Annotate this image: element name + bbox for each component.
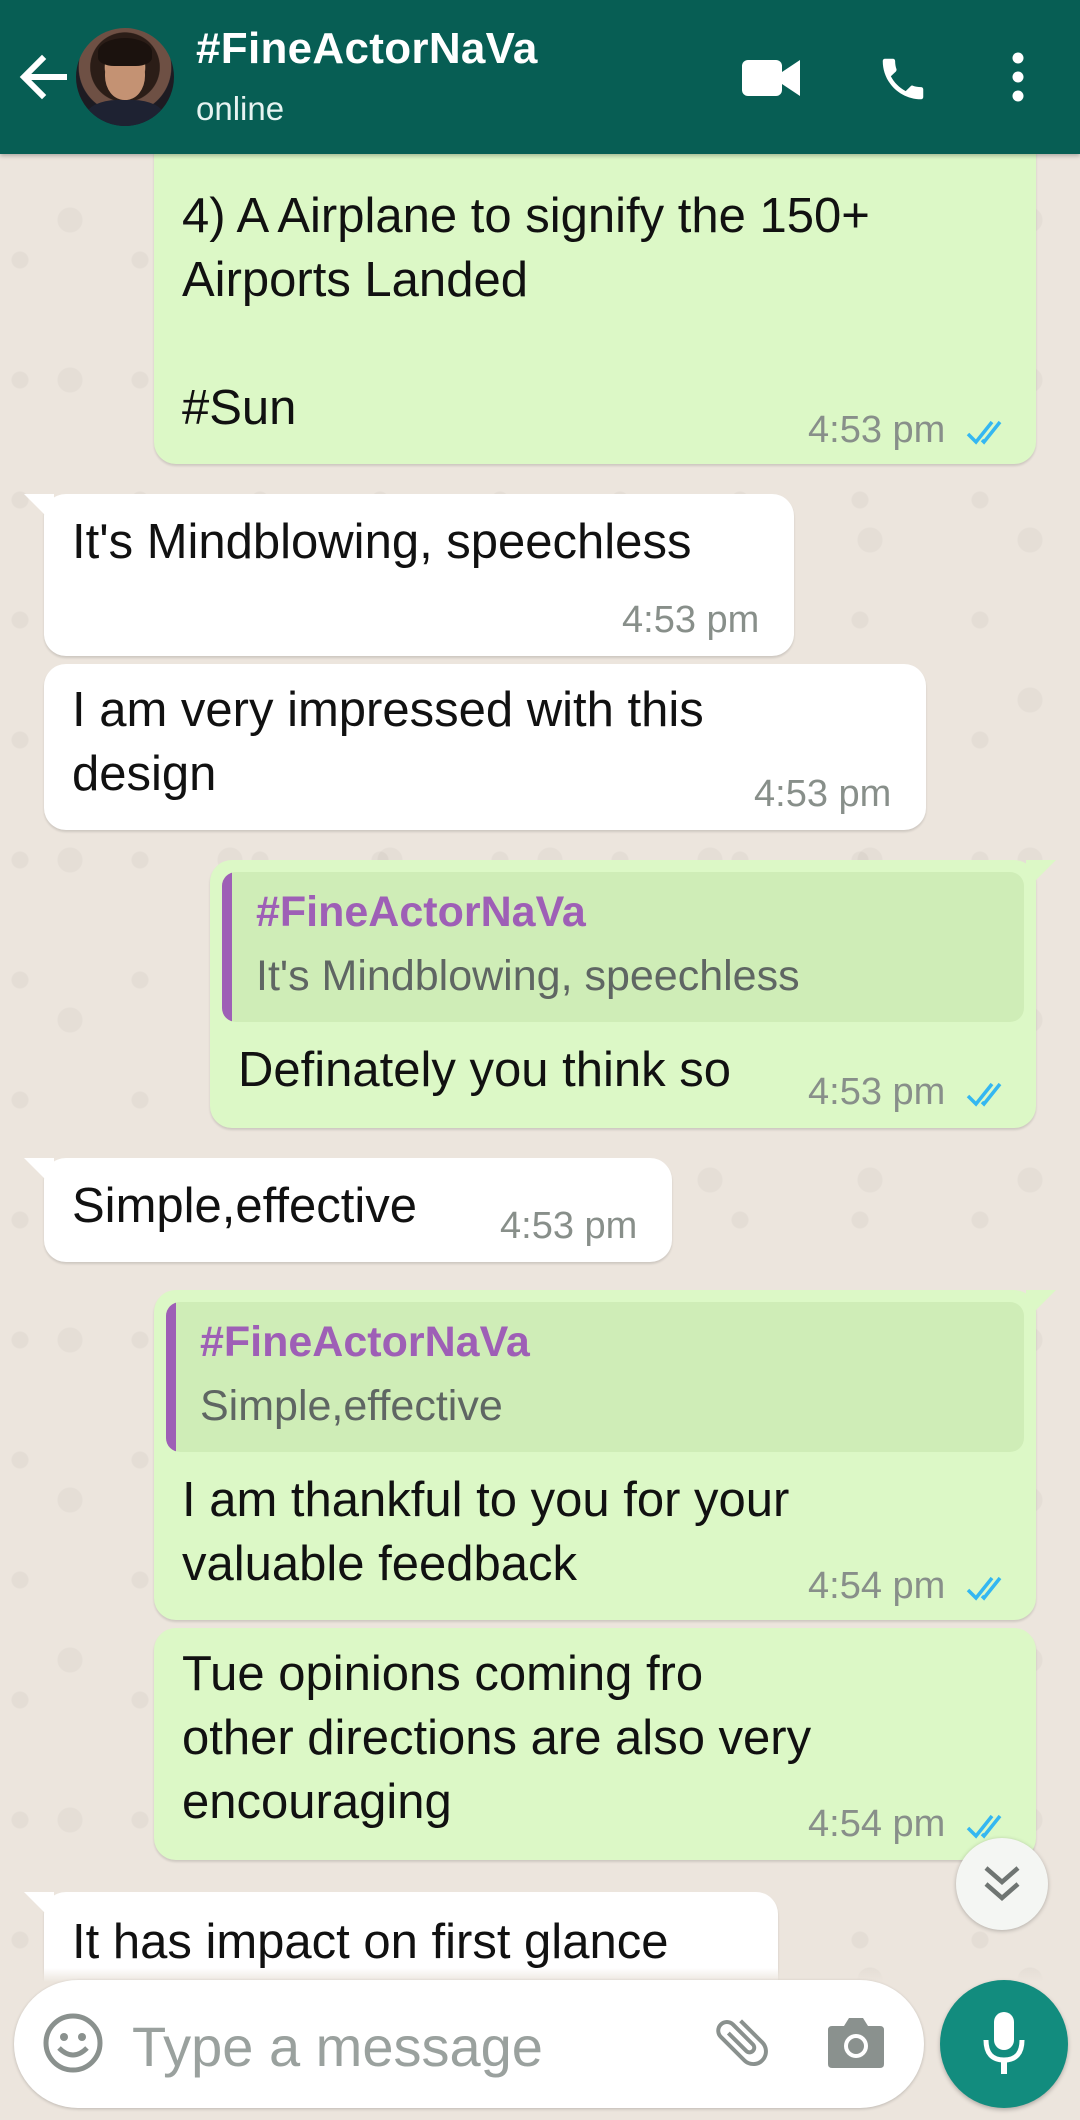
message-incoming[interactable]: Simple,effective 4:53 pm	[44, 1158, 672, 1262]
message-text: It's Mindblowing, speechless	[72, 515, 692, 569]
message-text: Simple,effective	[72, 1179, 417, 1233]
message-time: 4:54 pm	[808, 1565, 946, 1607]
contact-status: online	[196, 90, 285, 127]
attach-icon[interactable]	[710, 2010, 774, 2074]
read-ticks-icon	[966, 420, 1002, 445]
back-arrow-icon[interactable]	[18, 50, 68, 104]
bubble-tail	[1026, 1290, 1056, 1320]
message-time: 4:53 pm	[754, 773, 892, 815]
voice-call-icon[interactable]	[876, 52, 930, 111]
quoted-text: Simple,effective	[200, 1382, 503, 1430]
scroll-to-bottom-button[interactable]	[956, 1838, 1048, 1930]
message-outgoing[interactable]: 4) A Airplane to signify the 150+ Airpor…	[154, 120, 1036, 464]
bubble-tail	[1026, 860, 1056, 890]
bubble-tail	[24, 494, 54, 524]
quoted-author: #FineActorNaVa	[256, 888, 586, 936]
video-call-icon[interactable]	[742, 56, 800, 105]
more-options-icon[interactable]	[1006, 52, 1030, 107]
quoted-message[interactable]: #FineActorNaVa It's Mindblowing, speechl…	[222, 872, 1024, 1022]
message-placeholder: Type a message	[132, 2015, 543, 2078]
bubble-tail	[24, 1892, 54, 1922]
message-text: 4) A Airplane to signify the 150+ Airpor…	[182, 189, 870, 435]
emoji-icon[interactable]	[42, 2012, 104, 2074]
message-incoming[interactable]: I am very impressed with this design 4:5…	[44, 664, 926, 830]
message-text: It has impact on first glance	[72, 1915, 669, 1969]
message-time: 4:53 pm	[622, 599, 760, 641]
message-incoming[interactable]: It's Mindblowing, speechless 4:53 pm	[44, 494, 794, 656]
message-outgoing-reply[interactable]: #FineActorNaVa Simple,effective I am tha…	[154, 1290, 1036, 1620]
camera-icon[interactable]	[826, 2014, 886, 2070]
message-text: I am very impressed with this design	[72, 683, 704, 801]
chat-header: #FineActorNaVa online	[0, 0, 1080, 154]
message-outgoing[interactable]: Tue opinions coming fro other directions…	[154, 1628, 1036, 1860]
mic-icon	[983, 2012, 1025, 2074]
contact-name[interactable]: #FineActorNaVa	[196, 24, 538, 74]
message-outgoing-reply[interactable]: #FineActorNaVa It's Mindblowing, speechl…	[210, 860, 1036, 1128]
message-time: 4:53 pm	[808, 1071, 946, 1113]
avatar[interactable]	[76, 28, 174, 126]
message-text: Definately you think so	[238, 1043, 731, 1097]
message-time: 4:53 pm	[808, 409, 946, 451]
quoted-message[interactable]: #FineActorNaVa Simple,effective	[166, 1302, 1024, 1452]
quoted-author: #FineActorNaVa	[200, 1318, 530, 1366]
read-ticks-icon	[966, 1576, 1002, 1601]
bubble-tail	[24, 1158, 54, 1188]
voice-record-button[interactable]	[940, 1980, 1068, 2108]
message-text: I am thankful to you for your valuable f…	[182, 1473, 790, 1591]
quoted-text: It's Mindblowing, speechless	[256, 952, 800, 1000]
message-time: 4:54 pm	[808, 1803, 946, 1845]
message-text: Tue opinions coming fro other directions…	[182, 1647, 812, 1829]
message-input[interactable]: Type a message	[14, 1980, 924, 2108]
double-chevron-down-icon	[984, 1866, 1020, 1901]
message-time: 4:53 pm	[500, 1205, 638, 1247]
read-ticks-icon	[966, 1082, 1002, 1107]
